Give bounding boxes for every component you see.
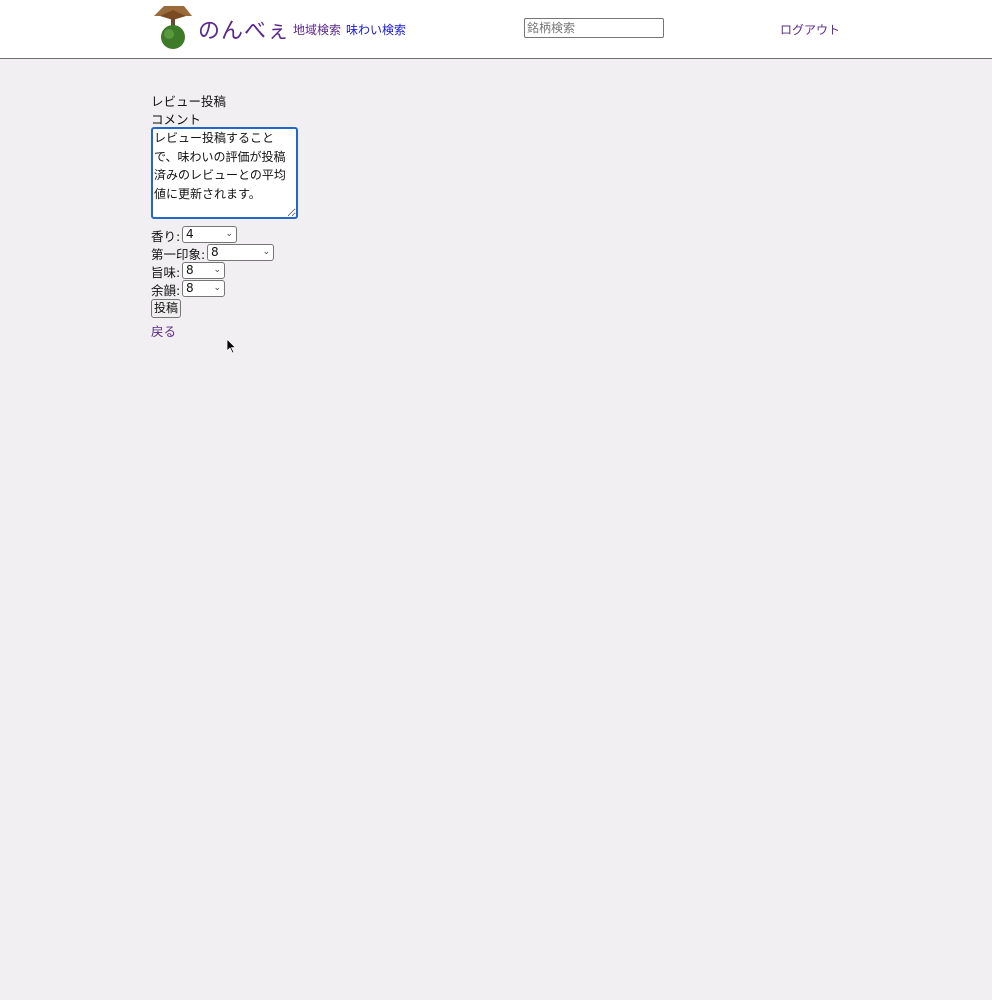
finish-label: 余韻:	[151, 283, 181, 298]
aroma-select[interactable]: 4 ⌄	[182, 226, 237, 243]
umami-select-value: 8	[186, 263, 194, 277]
umami-select[interactable]: 8 ⌄	[182, 262, 225, 279]
nav-region-search-link[interactable]: 地域検索	[293, 21, 341, 38]
umami-label: 旨味:	[151, 265, 181, 280]
aroma-select-value: 4	[186, 227, 194, 241]
finish-select[interactable]: 8 ⌄	[182, 280, 225, 297]
submit-review-button[interactable]: 投稿	[151, 299, 182, 318]
nav-taste-search-link[interactable]: 味わい検索	[346, 21, 406, 38]
aroma-label: 香り:	[151, 229, 181, 244]
back-link[interactable]: 戻る	[151, 321, 176, 340]
brand-search-input[interactable]	[524, 18, 664, 38]
chevron-down-icon: ⌄	[213, 265, 221, 275]
comment-label: コメント	[151, 112, 202, 127]
chevron-down-icon: ⌄	[262, 247, 270, 257]
top-header: のんべぇ 地域検索 味わい検索 ログアウト	[0, 0, 992, 59]
first-impression-label: 第一印象:	[151, 247, 206, 262]
chevron-down-icon: ⌄	[225, 229, 233, 239]
page-title: レビュー投稿	[151, 94, 227, 109]
logout-link[interactable]: ログアウト	[780, 21, 840, 38]
mouse-pointer-icon	[227, 339, 237, 354]
sake-tree-logo-icon[interactable]	[152, 4, 194, 50]
chevron-down-icon: ⌄	[213, 283, 221, 293]
finish-select-value: 8	[186, 281, 194, 295]
brand-home-link[interactable]: のんべぇ	[198, 13, 290, 45]
first-impression-select[interactable]: 8 ⌄	[207, 244, 274, 261]
first-impression-select-value: 8	[211, 245, 219, 259]
comment-textarea[interactable]: レビュー投稿することで、味わいの評価が投稿済みのレビューとの平均値に更新されます…	[151, 127, 298, 219]
